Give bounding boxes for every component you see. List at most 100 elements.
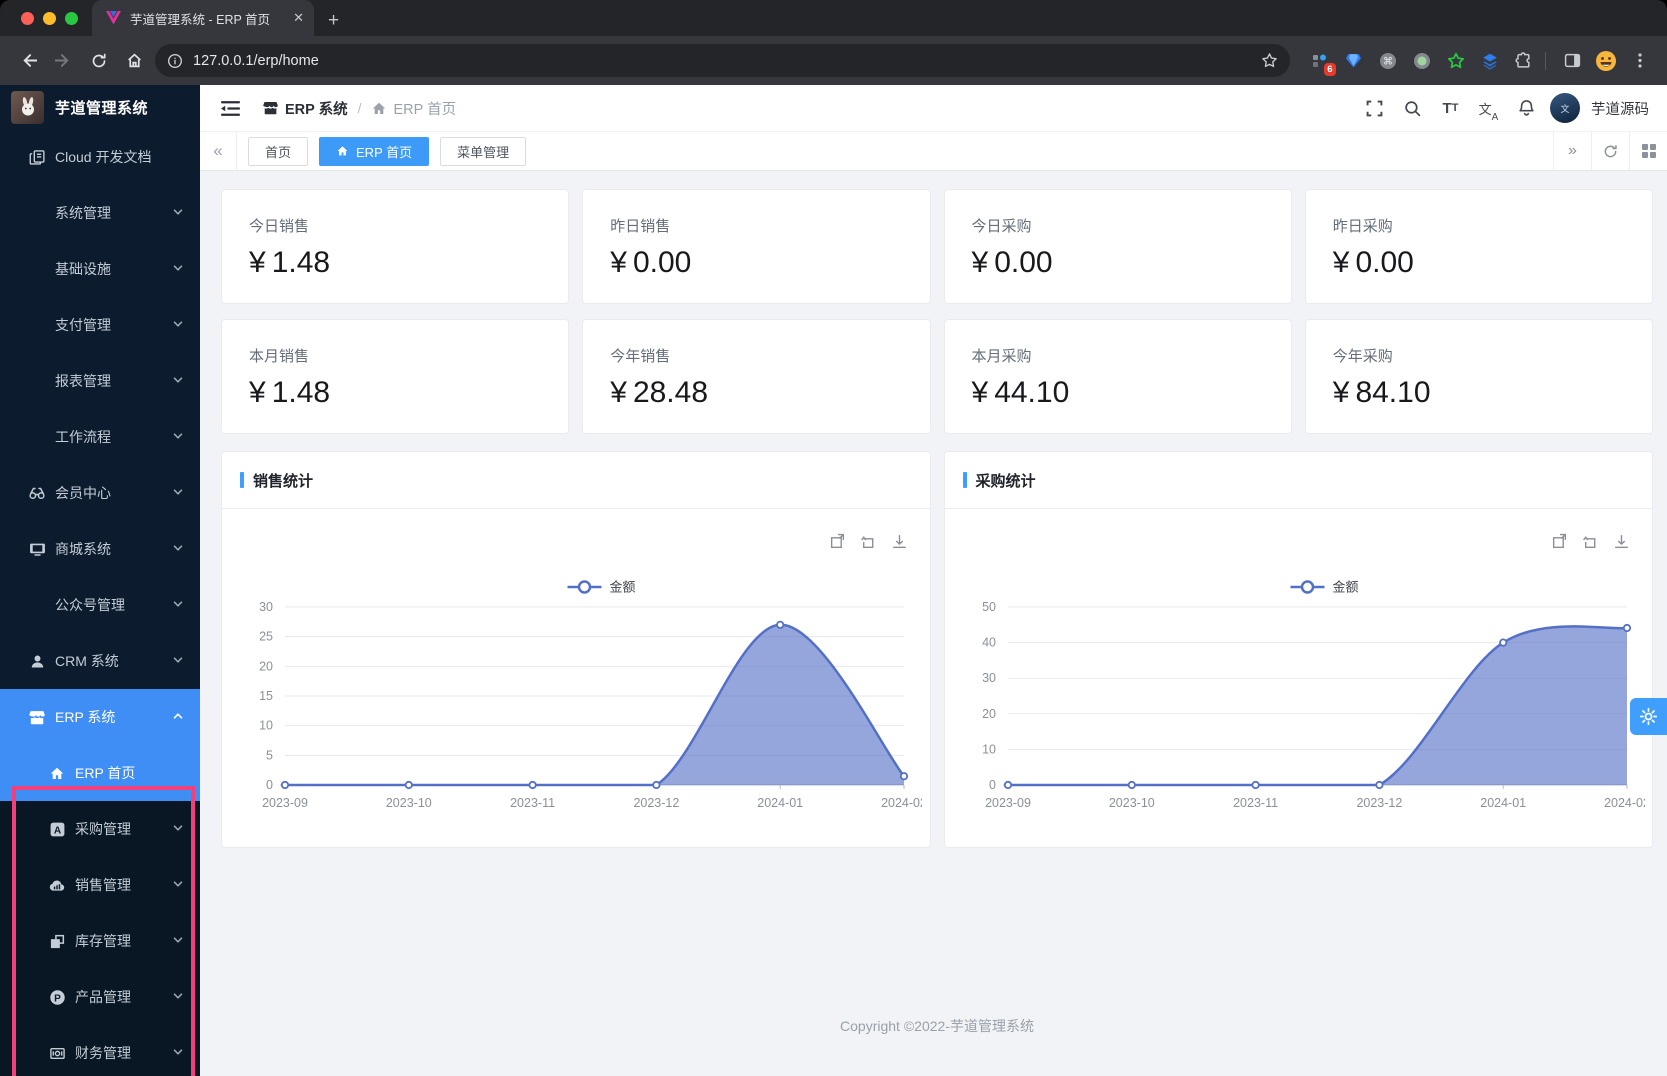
purchase-area-chart[interactable]: 010203040502023-092023-102023-112023-122… bbox=[955, 509, 1645, 848]
sidebar-item-crm-system[interactable]: CRM 系统 bbox=[0, 633, 200, 689]
browser-tab[interactable]: 芋道管理系统 - ERP 首页 ✕ bbox=[92, 0, 314, 36]
sidebar-item-infrastructure[interactable]: 基础设施 bbox=[0, 241, 200, 297]
search-icon[interactable] bbox=[1398, 94, 1427, 123]
sidebar-item-report-management[interactable]: 报表管理 bbox=[0, 353, 200, 409]
breadcrumb-item-erp-system[interactable]: ERP 系统 bbox=[262, 98, 348, 119]
data-point-marker[interactable] bbox=[1252, 782, 1258, 788]
maximize-window-button[interactable] bbox=[65, 12, 78, 25]
data-point-marker[interactable] bbox=[653, 782, 659, 788]
extension-stack-icon[interactable] bbox=[1475, 46, 1504, 75]
legend-label[interactable]: 金额 bbox=[610, 580, 636, 595]
tab-home[interactable]: 首页 bbox=[248, 137, 308, 166]
reload-button[interactable] bbox=[85, 46, 114, 76]
sidebar-item-payment-management[interactable]: 支付管理 bbox=[0, 297, 200, 353]
site-info-icon[interactable] bbox=[167, 53, 183, 69]
chart-download-icon[interactable] bbox=[1613, 533, 1630, 550]
bookmark-star-icon[interactable] bbox=[1261, 52, 1278, 69]
data-point-marker[interactable] bbox=[777, 622, 783, 628]
chart-download-icon[interactable] bbox=[891, 533, 908, 550]
sidebar-item-sales-management[interactable]: 销售管理 bbox=[0, 857, 200, 913]
stat-value: ¥1.48 bbox=[249, 246, 541, 280]
browser-home-button[interactable] bbox=[120, 46, 149, 76]
locale-icon[interactable]: 文A bbox=[1474, 94, 1503, 123]
tab-menu-management[interactable]: 菜单管理 bbox=[440, 137, 526, 166]
settings-drawer-button[interactable] bbox=[1630, 698, 1667, 735]
data-point-marker[interactable] bbox=[1004, 782, 1010, 788]
tab-label: ERP 首页 bbox=[356, 142, 412, 161]
member-icon bbox=[28, 484, 46, 502]
sidebar-item-label: 财务管理 bbox=[75, 1043, 131, 1063]
minimize-window-button[interactable] bbox=[43, 12, 56, 25]
y-axis-tick-label: 0 bbox=[989, 778, 996, 792]
user-avatar[interactable]: 文 bbox=[1550, 93, 1580, 123]
new-tab-button[interactable]: + bbox=[328, 6, 339, 36]
sidebar-item-inventory-management[interactable]: 库存管理 bbox=[0, 913, 200, 969]
sidebar-item-cloud-docs[interactable]: Cloud 开发文档 bbox=[0, 129, 200, 185]
legend-marker-circle bbox=[579, 582, 590, 593]
stat-amount: 28.48 bbox=[633, 376, 708, 410]
currency-symbol: ¥ bbox=[972, 246, 989, 280]
close-window-button[interactable] bbox=[21, 12, 34, 25]
svg-text:P: P bbox=[54, 993, 61, 1004]
chart-restore-icon[interactable] bbox=[1582, 533, 1599, 550]
sidebar-item-erp-home[interactable]: ERP 首页 bbox=[0, 745, 200, 801]
currency-symbol: ¥ bbox=[972, 376, 989, 410]
data-point-marker[interactable] bbox=[901, 773, 907, 779]
sales-area-chart[interactable]: 0510152025302023-092023-102023-112023-12… bbox=[232, 509, 922, 848]
tabs-layout-grid-icon[interactable] bbox=[1629, 132, 1667, 170]
chart-toolbox bbox=[829, 533, 908, 550]
sidebar-item-purchase-management[interactable]: A采购管理 bbox=[0, 801, 200, 857]
sidebar-item-mall-system[interactable]: 商城系统 bbox=[0, 521, 200, 577]
extension-gem-icon[interactable] bbox=[1339, 46, 1368, 75]
data-point-marker[interactable] bbox=[529, 782, 535, 788]
y-axis-tick-label: 5 bbox=[266, 748, 273, 762]
sidebar-item-finance-management[interactable]: 财务管理 bbox=[0, 1025, 200, 1076]
data-point-marker[interactable] bbox=[1500, 639, 1506, 645]
tab-close-icon[interactable]: ✕ bbox=[293, 10, 304, 26]
extension-recorder-icon[interactable] bbox=[1407, 46, 1436, 75]
browser-menu-dots-icon[interactable] bbox=[1626, 46, 1655, 75]
app-logo-row[interactable]: 芋道管理系统 bbox=[0, 85, 200, 129]
tab-erp-home[interactable]: ERP 首页 bbox=[319, 137, 429, 166]
sidebar-item-official-account[interactable]: 公众号管理 bbox=[0, 577, 200, 633]
username[interactable]: 芋道源码 bbox=[1591, 98, 1649, 119]
sidebar-item-product-management[interactable]: P产品管理 bbox=[0, 969, 200, 1025]
sidebar-item-workflow[interactable]: 工作流程 bbox=[0, 409, 200, 465]
sidebar-item-label: 系统管理 bbox=[55, 203, 111, 223]
extensions-puzzle-icon[interactable] bbox=[1509, 46, 1538, 75]
data-point-marker[interactable] bbox=[1128, 782, 1134, 788]
tabs-refresh-icon[interactable] bbox=[1591, 132, 1629, 170]
side-panel-icon[interactable] bbox=[1558, 46, 1587, 75]
forward-button[interactable] bbox=[49, 46, 78, 76]
chevron-down-icon bbox=[172, 933, 184, 949]
chart-restore-icon[interactable] bbox=[860, 533, 877, 550]
store-icon bbox=[28, 708, 46, 726]
notification-bell-icon[interactable] bbox=[1512, 94, 1541, 123]
legend-label[interactable]: 金额 bbox=[1332, 580, 1358, 595]
data-point-marker[interactable] bbox=[1376, 782, 1382, 788]
app-title: 芋道管理系统 bbox=[55, 97, 148, 118]
sidebar-item-system-management[interactable]: 系统管理 bbox=[0, 185, 200, 241]
doc-icon bbox=[28, 148, 46, 166]
profile-avatar[interactable] bbox=[1592, 46, 1621, 75]
collapse-sidebar-icon[interactable] bbox=[221, 100, 240, 117]
extension-star-icon[interactable] bbox=[1441, 46, 1470, 75]
chart-zoom-icon[interactable] bbox=[829, 533, 846, 550]
breadcrumb-label: ERP 系统 bbox=[285, 98, 348, 119]
data-point-marker[interactable] bbox=[1623, 625, 1629, 631]
sidebar-item-erp-system[interactable]: ERP 系统 bbox=[0, 689, 200, 745]
fullscreen-icon[interactable] bbox=[1360, 94, 1389, 123]
font-size-icon[interactable]: TT bbox=[1436, 94, 1465, 123]
chart-zoom-icon[interactable] bbox=[1551, 533, 1568, 550]
stat-value: ¥84.10 bbox=[1333, 376, 1625, 410]
tabs-scroll-left-icon[interactable]: « bbox=[200, 132, 237, 170]
extension-command-icon[interactable]: ⌘ bbox=[1373, 46, 1402, 75]
data-point-marker[interactable] bbox=[282, 782, 288, 788]
extension-password-icon[interactable]: 6 bbox=[1305, 46, 1334, 75]
back-button[interactable] bbox=[14, 46, 43, 76]
data-point-marker[interactable] bbox=[406, 782, 412, 788]
sidebar-item-member-center[interactable]: 会员中心 bbox=[0, 465, 200, 521]
address-bar[interactable]: 127.0.0.1/erp/home bbox=[155, 44, 1290, 77]
tabs-scroll-right-icon[interactable]: » bbox=[1553, 132, 1591, 170]
chevron-up-icon bbox=[172, 709, 184, 725]
